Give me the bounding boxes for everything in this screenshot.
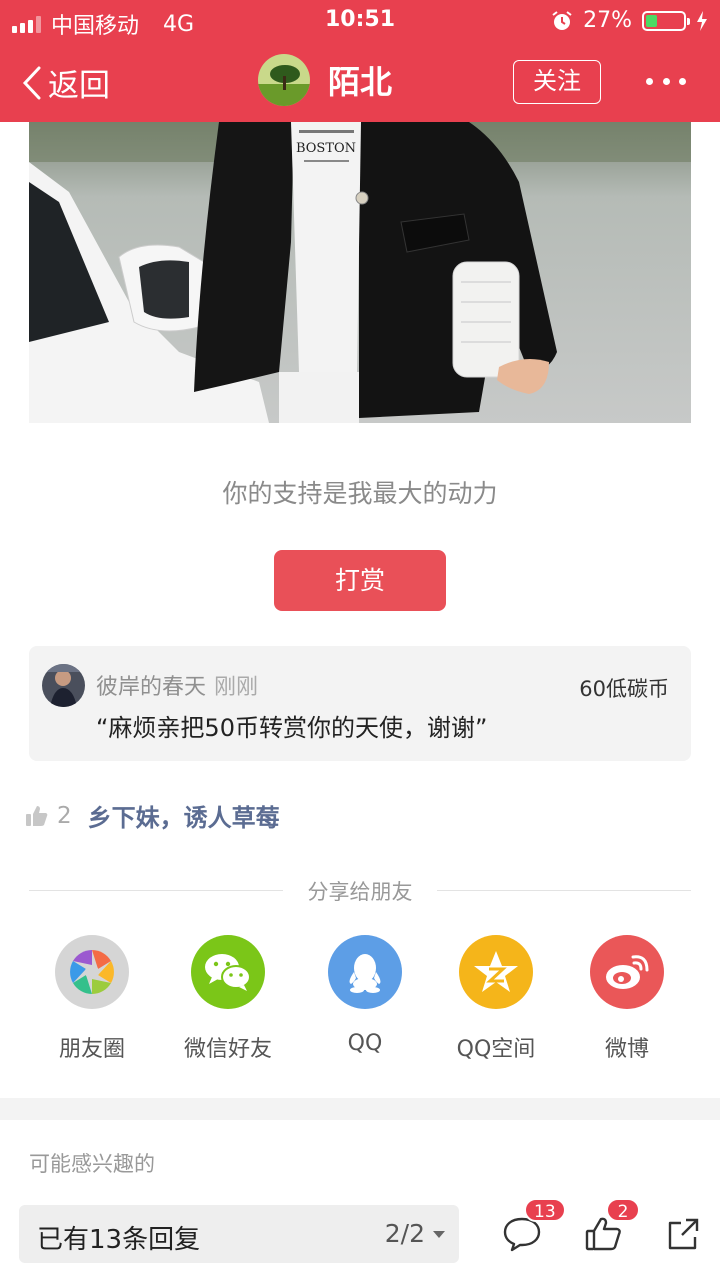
- author-avatar[interactable]: [258, 54, 310, 106]
- comment-badge: 13: [524, 1198, 566, 1222]
- tip-message: “麻烦亲把50币转赏你的天使，谢谢”: [96, 714, 488, 742]
- tipper-name[interactable]: 彼岸的春天: [96, 675, 206, 700]
- share-label: QQ: [347, 1031, 383, 1056]
- status-bar: 中国移动 4G 10:51 27%: [0, 0, 720, 40]
- shirt-text: BOSTON: [296, 141, 356, 156]
- share-qzone-button[interactable]: QQ空间: [436, 935, 556, 1063]
- related-title: 可能感兴趣的: [29, 1152, 155, 1176]
- thumbs-up-icon[interactable]: [25, 804, 49, 828]
- share-label: 微博: [604, 1037, 649, 1062]
- follow-button[interactable]: 关注: [513, 60, 601, 104]
- share-label: QQ空间: [456, 1037, 536, 1062]
- nav-bar: 返回 陌北 关注: [0, 40, 720, 122]
- charging-icon: [697, 10, 707, 31]
- author-info[interactable]: 陌北: [258, 54, 392, 106]
- share-qq-button[interactable]: QQ: [305, 935, 425, 1056]
- section-divider: [0, 1098, 720, 1120]
- qzone-icon: [459, 935, 533, 1009]
- author-name: 陌北: [328, 63, 393, 101]
- share-weibo-button[interactable]: 微博: [567, 935, 687, 1063]
- likes-row: 2 乡下妹，诱人草莓: [25, 798, 280, 833]
- more-options-button[interactable]: [646, 66, 686, 96]
- page-indicator: 2/2: [384, 1219, 425, 1248]
- reply-count-text: 已有13条回复: [37, 1225, 201, 1255]
- likes-count: 2: [57, 802, 72, 829]
- share-label: 微信好友: [183, 1037, 272, 1062]
- tip-card: 彼岸的春天 刚刚 60低碳币 “麻烦亲把50币转赏你的天使，谢谢”: [29, 646, 691, 761]
- caret-down-icon: [433, 1231, 445, 1238]
- post-image[interactable]: BOSTON: [29, 122, 691, 423]
- more-icon: [646, 77, 653, 85]
- reply-selector[interactable]: 已有13条回复 2/2: [19, 1205, 459, 1263]
- share-title: 分享给朋友: [307, 880, 413, 904]
- share-moments-button[interactable]: 朋友圈: [32, 935, 152, 1063]
- alarm-icon: [552, 10, 572, 30]
- share-wechat-button[interactable]: 微信好友: [168, 935, 288, 1063]
- tip-time: 刚刚: [214, 675, 259, 700]
- battery-icon: [642, 10, 690, 31]
- tipper-avatar[interactable]: [42, 664, 85, 707]
- qq-icon: [328, 935, 402, 1009]
- back-label: 返回: [48, 68, 110, 104]
- wechat-icon: [191, 935, 265, 1009]
- support-text: 你的支持是我最大的动力: [222, 479, 498, 508]
- share-label: 朋友圈: [58, 1037, 125, 1062]
- back-button[interactable]: 返回: [22, 60, 110, 105]
- likes-names[interactable]: 乡下妹，诱人草莓: [88, 798, 280, 833]
- moments-icon: [55, 935, 129, 1009]
- tip-amount: 60低碳币: [579, 677, 669, 701]
- battery-percent: 27%: [583, 8, 632, 33]
- like-badge: 2: [606, 1198, 640, 1222]
- share-icon[interactable]: [664, 1214, 704, 1254]
- weibo-icon: [590, 935, 664, 1009]
- header: 中国移动 4G 10:51 27% 返回 陌北 关注: [0, 0, 720, 122]
- reward-button[interactable]: 打赏: [274, 550, 446, 611]
- chevron-left-icon: [22, 66, 41, 99]
